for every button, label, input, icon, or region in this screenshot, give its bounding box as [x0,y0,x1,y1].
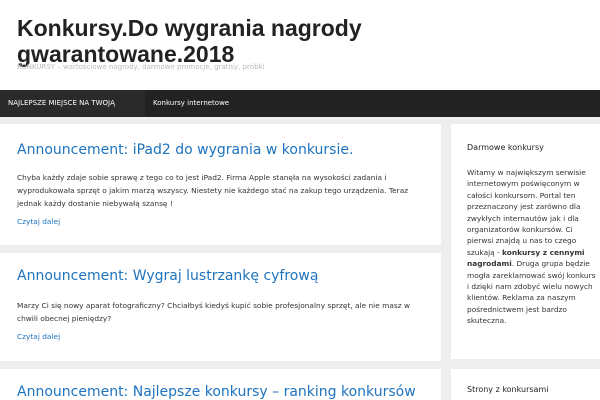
widget-title: Strony z konkursami [467,385,549,394]
nav-item-contests[interactable]: Konkursy internetowe [153,90,229,117]
post-excerpt: Chyba każdy zdaje sobie sprawę z tego co… [17,173,409,208]
main-nav: NAJLEPSZE MIEJSCE NA TWOJĄ REKLAMĘ Konku… [0,90,600,134]
post-title[interactable]: Announcement: iPad2 do wygrania w konkur… [17,142,353,158]
widget-text-part: . Druga grupa będzie mogła zareklamować … [467,259,596,326]
site-description: KONKURSY – wartościowe nagrody, darmowe … [17,63,265,71]
site-header: Konkursy.Do wygrania nagrody gwarantowan… [0,0,600,90]
read-more-link[interactable]: Czytaj dalej [17,332,60,341]
site-title[interactable]: Konkursy.Do wygrania nagrody gwarantowan… [17,15,437,67]
nav-item-ads[interactable]: NAJLEPSZE MIEJSCE NA TWOJĄ REKLAMĘ [0,90,145,134]
widget-text-part: Witamy w największym serwisie internetow… [467,168,586,257]
widget-text: Witamy w największym serwisie internetow… [467,167,599,327]
post-title[interactable]: Announcement: Najlepsze konkursy – ranki… [17,384,416,400]
post-article: Announcement: iPad2 do wygrania w konkur… [0,124,441,245]
post-article: Announcement: Najlepsze konkursy – ranki… [0,369,441,400]
post-excerpt: Marzy Ci się nowy aparat fotograficzny? … [17,301,410,323]
post-title[interactable]: Announcement: Wygraj lustrzankę cyfrową [17,268,318,284]
sidebar-widget-free-contests: Darmowe konkursy Witamy w największym se… [451,124,600,359]
post-article: Announcement: Wygraj lustrzankę cyfrową … [0,253,441,361]
widget-title: Darmowe konkursy [467,143,544,152]
read-more-link[interactable]: Czytaj dalej [17,217,60,226]
sidebar-widget-contest-sites: Strony z konkursami [451,369,600,400]
